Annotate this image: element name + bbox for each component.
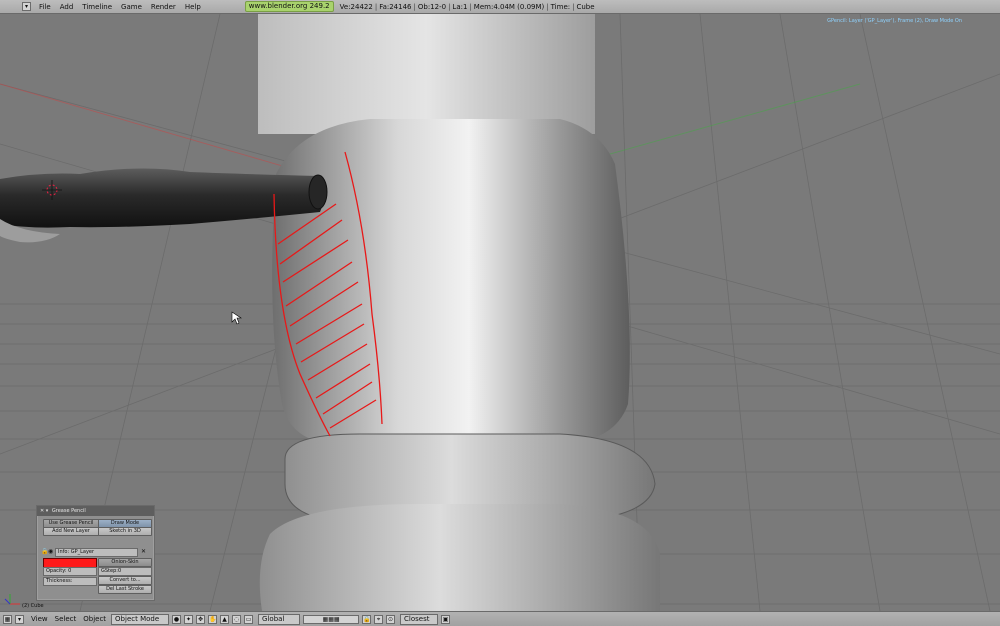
scale-icon[interactable]: ▭	[244, 614, 254, 624]
grease-pencil-panel: ✕ ▾ Grease Pencil Use Grease Pencil Draw…	[36, 505, 155, 601]
thickness-slider[interactable]: Thickness:	[43, 577, 97, 586]
face-count: Fa:24146	[379, 2, 412, 11]
editor-type-icon[interactable]: ▦	[3, 614, 12, 624]
collapse-icon[interactable]: ▾	[46, 508, 49, 514]
menu-timeline[interactable]: Timeline	[82, 3, 112, 11]
manipulator-icon[interactable]: ✥	[196, 614, 206, 624]
arm-socket	[308, 174, 328, 210]
editor-type-icon[interactable]: ▾	[22, 2, 31, 11]
memory-usage: Mem:4.04M (0.09M)	[473, 2, 545, 11]
gstep-field[interactable]: GStep:0	[98, 567, 152, 576]
menu-collapse-icon[interactable]: ▾	[15, 614, 24, 624]
shading-icon[interactable]: ●	[172, 614, 182, 624]
active-object-name: Cube	[576, 2, 595, 11]
grease-pencil-status: GPencil: Layer ('GP_Layer'), Frame (2), …	[827, 18, 962, 24]
hand-icon[interactable]: ✋	[208, 614, 218, 624]
menu-select[interactable]: Select	[55, 615, 77, 623]
menu-view[interactable]: View	[31, 615, 48, 623]
convert-to-button[interactable]: Convert to...	[98, 576, 152, 585]
separator: |	[413, 2, 416, 11]
layer-name-field[interactable]: Info: GP_Layer	[55, 548, 138, 557]
snap-icon[interactable]: ⌖	[374, 614, 384, 624]
website-link[interactable]: www.blender.org 249.2	[244, 1, 334, 12]
menu-help[interactable]: Help	[185, 3, 201, 11]
separator: |	[572, 2, 575, 11]
menu-object[interactable]: Object	[83, 615, 106, 623]
sketch-in-3d-toggle[interactable]: Sketch in 3D	[98, 527, 152, 536]
translate-icon[interactable]: ▲	[220, 614, 230, 624]
object-count: Ob:12-0	[417, 2, 447, 11]
tube-upper[interactable]	[258, 14, 595, 134]
opacity-slider[interactable]: Opacity: 0	[43, 567, 97, 576]
viewport-header: ▦ ▾ View Select Object Object Mode ● ✦ ✥…	[0, 611, 1000, 626]
separator: |	[469, 2, 472, 11]
orientation-select[interactable]: Global	[258, 613, 301, 625]
menu-file[interactable]: File	[39, 3, 51, 11]
delete-layer-icon[interactable]: ✕	[141, 548, 146, 555]
snap-mode-select[interactable]: Closest	[400, 613, 439, 625]
lamp-count: La:1	[452, 2, 468, 11]
delete-last-stroke-button[interactable]: Del Last Stroke	[98, 585, 152, 594]
vertex-count: Ve:24422	[339, 2, 373, 11]
menu-game[interactable]: Game	[121, 3, 142, 11]
pivot-icon[interactable]: ✦	[184, 614, 194, 624]
layers-grid-icon[interactable]: ▦▦▦	[303, 614, 360, 624]
separator: |	[448, 2, 451, 11]
close-icon[interactable]: ✕	[40, 508, 44, 514]
separator: |	[374, 2, 378, 11]
menu-add[interactable]: Add	[60, 3, 74, 11]
time-label: Time:	[550, 2, 571, 11]
mouse-pointer	[231, 311, 242, 325]
panel-title: Grease Pencil	[51, 508, 86, 514]
lock-layers-icon[interactable]: 🔒	[362, 614, 372, 624]
active-object-label: (2) Cube	[22, 603, 44, 609]
rotate-icon[interactable]: ◌	[232, 614, 242, 624]
render-icon[interactable]: ▣	[441, 614, 451, 624]
hide-icon[interactable]: ◉	[48, 548, 53, 555]
axis-widget	[4, 594, 20, 605]
tube-middle-section[interactable]	[272, 119, 630, 444]
add-new-layer-button[interactable]: Add New Layer	[43, 527, 99, 536]
snap-target-icon[interactable]: ⊙	[386, 614, 396, 624]
top-menu-bar: ▾ File Add Timeline Game Render Help www…	[0, 0, 1000, 14]
menu-render[interactable]: Render	[151, 3, 176, 11]
separator: |	[546, 2, 549, 11]
mode-select[interactable]: Object Mode	[111, 613, 170, 625]
panel-header[interactable]: ✕ ▾ Grease Pencil	[37, 506, 154, 516]
onion-skin-toggle[interactable]: Onion-Skin	[98, 558, 152, 567]
tube-lower[interactable]	[259, 504, 660, 611]
